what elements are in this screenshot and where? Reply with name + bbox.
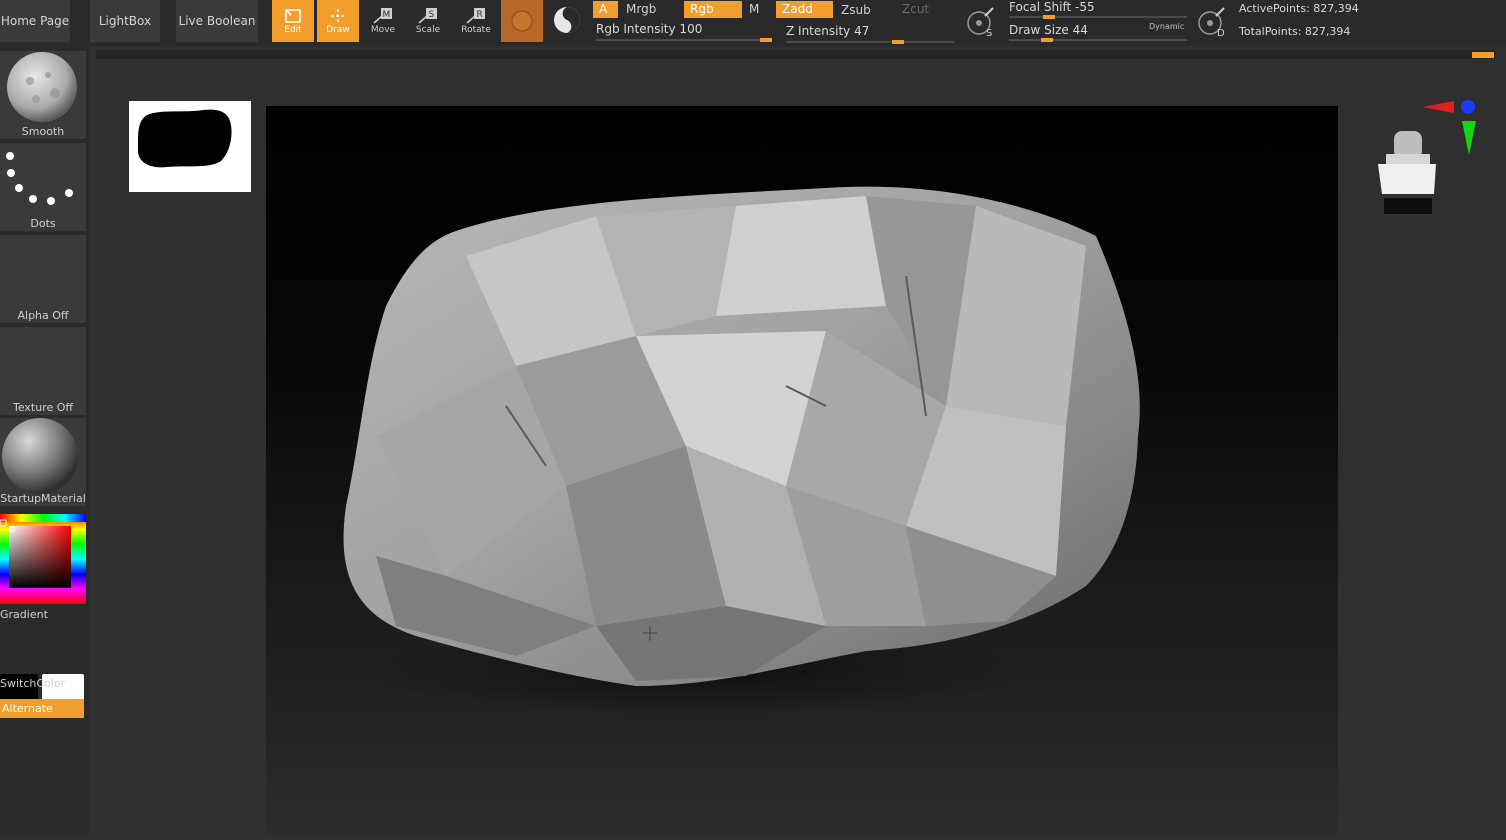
alpha-label: Alpha Off [17, 309, 69, 322]
brush-color-button[interactable] [501, 0, 543, 42]
gradient-label: Gradient [0, 608, 48, 621]
d-dial-icon: D [1198, 7, 1225, 39]
svg-text:S: S [429, 10, 435, 20]
switch-color-label[interactable]: SwitchColor [0, 677, 86, 690]
navigation-figure[interactable] [1374, 128, 1440, 216]
draw-button[interactable]: Draw [317, 0, 359, 42]
zcut-toggle[interactable]: Zcut [896, 1, 946, 18]
edit-icon [285, 9, 301, 23]
a-toggle[interactable]: A [593, 1, 618, 18]
z-intensity-knob[interactable] [892, 40, 904, 44]
color-picker[interactable] [0, 514, 86, 604]
alternate-button[interactable]: Alternate [0, 699, 84, 718]
svg-text:S: S [986, 28, 992, 38]
z-intensity-label: Z Intensity 47 [786, 24, 870, 38]
focal-shift-label: Focal Shift -55 [1009, 0, 1095, 14]
svg-text:R: R [477, 10, 483, 20]
dots-stroke-icon [6, 152, 73, 205]
zsub-toggle[interactable]: Zsub [835, 2, 893, 19]
tray-toggle[interactable] [1472, 52, 1494, 58]
edit-label: Edit [284, 25, 302, 35]
s-dial-icon: S [967, 7, 994, 39]
focal-shift-knob[interactable] [1043, 15, 1055, 19]
document-canvas[interactable] [266, 106, 1338, 836]
rgb-intensity-label: Rgb Intensity 100 [596, 22, 703, 36]
zadd-toggle[interactable]: Zadd [776, 1, 833, 18]
material-label: StartupMaterial [0, 492, 86, 505]
scale-icon: S [418, 8, 437, 24]
svg-text:M: M [383, 10, 391, 20]
draw-size-knob[interactable] [1041, 38, 1053, 42]
sphere-icon [554, 7, 580, 33]
stroke-label: Dots [30, 217, 56, 230]
dynamic-toggle[interactable]: Dynamic [1149, 22, 1184, 31]
brush-label: Smooth [21, 125, 65, 138]
lightbox-button[interactable]: LightBox [90, 0, 160, 42]
navigation-figure-icon [1378, 131, 1436, 214]
smooth-brush-icon [7, 52, 77, 122]
edit-button[interactable]: Edit [272, 0, 314, 42]
d-dial[interactable]: D [1196, 6, 1228, 39]
z-intensity-slider[interactable] [786, 41, 954, 43]
move-icon: M [373, 8, 392, 24]
live-boolean-button[interactable]: Live Boolean [176, 0, 258, 42]
m-toggle[interactable]: M [743, 1, 773, 18]
left-shelf: Smooth Dots Alpha Off Texture Off Startu… [0, 46, 90, 836]
brush-circle-icon [511, 10, 533, 32]
scale-label: Scale [415, 25, 441, 35]
focal-shift-slider[interactable] [1009, 16, 1187, 18]
home-page-button[interactable]: Home Page [0, 0, 70, 42]
rotate-icon: R [466, 8, 485, 24]
material-sphere-icon [2, 418, 78, 494]
rgb-intensity-slider[interactable] [596, 39, 772, 41]
draw-size-slider[interactable] [1009, 39, 1187, 41]
sphere-toggle[interactable] [552, 5, 582, 35]
texture-label: Texture Off [12, 401, 73, 414]
scale-button[interactable]: S Scale [407, 0, 449, 42]
alpha-preview [129, 101, 251, 192]
draw-size-label: Draw Size 44 [1009, 23, 1088, 37]
total-points: TotalPoints: 827,394 [1239, 25, 1351, 38]
rotate-button[interactable]: R Rotate [455, 0, 497, 42]
rgb-intensity-knob[interactable] [760, 38, 772, 42]
svg-text:D: D [1217, 28, 1225, 38]
top-toolbar: Home Page LightBox Live Boolean Edit Dra… [0, 0, 1506, 46]
draw-label: Draw [326, 25, 350, 35]
move-button[interactable]: M Move [362, 0, 404, 42]
mrgb-toggle[interactable]: Mrgb [620, 1, 680, 18]
alpha-shape-icon [137, 109, 232, 168]
active-points: ActivePoints: 827,394 [1239, 2, 1359, 15]
color-picker-icon [0, 514, 86, 604]
rotate-label: Rotate [461, 25, 491, 35]
rock-model[interactable] [266, 106, 1338, 836]
tray-strip [96, 50, 1496, 59]
rgb-toggle[interactable]: Rgb [684, 1, 742, 18]
s-dial[interactable]: S [965, 6, 997, 39]
draw-icon [331, 9, 345, 23]
move-label: Move [370, 25, 396, 35]
